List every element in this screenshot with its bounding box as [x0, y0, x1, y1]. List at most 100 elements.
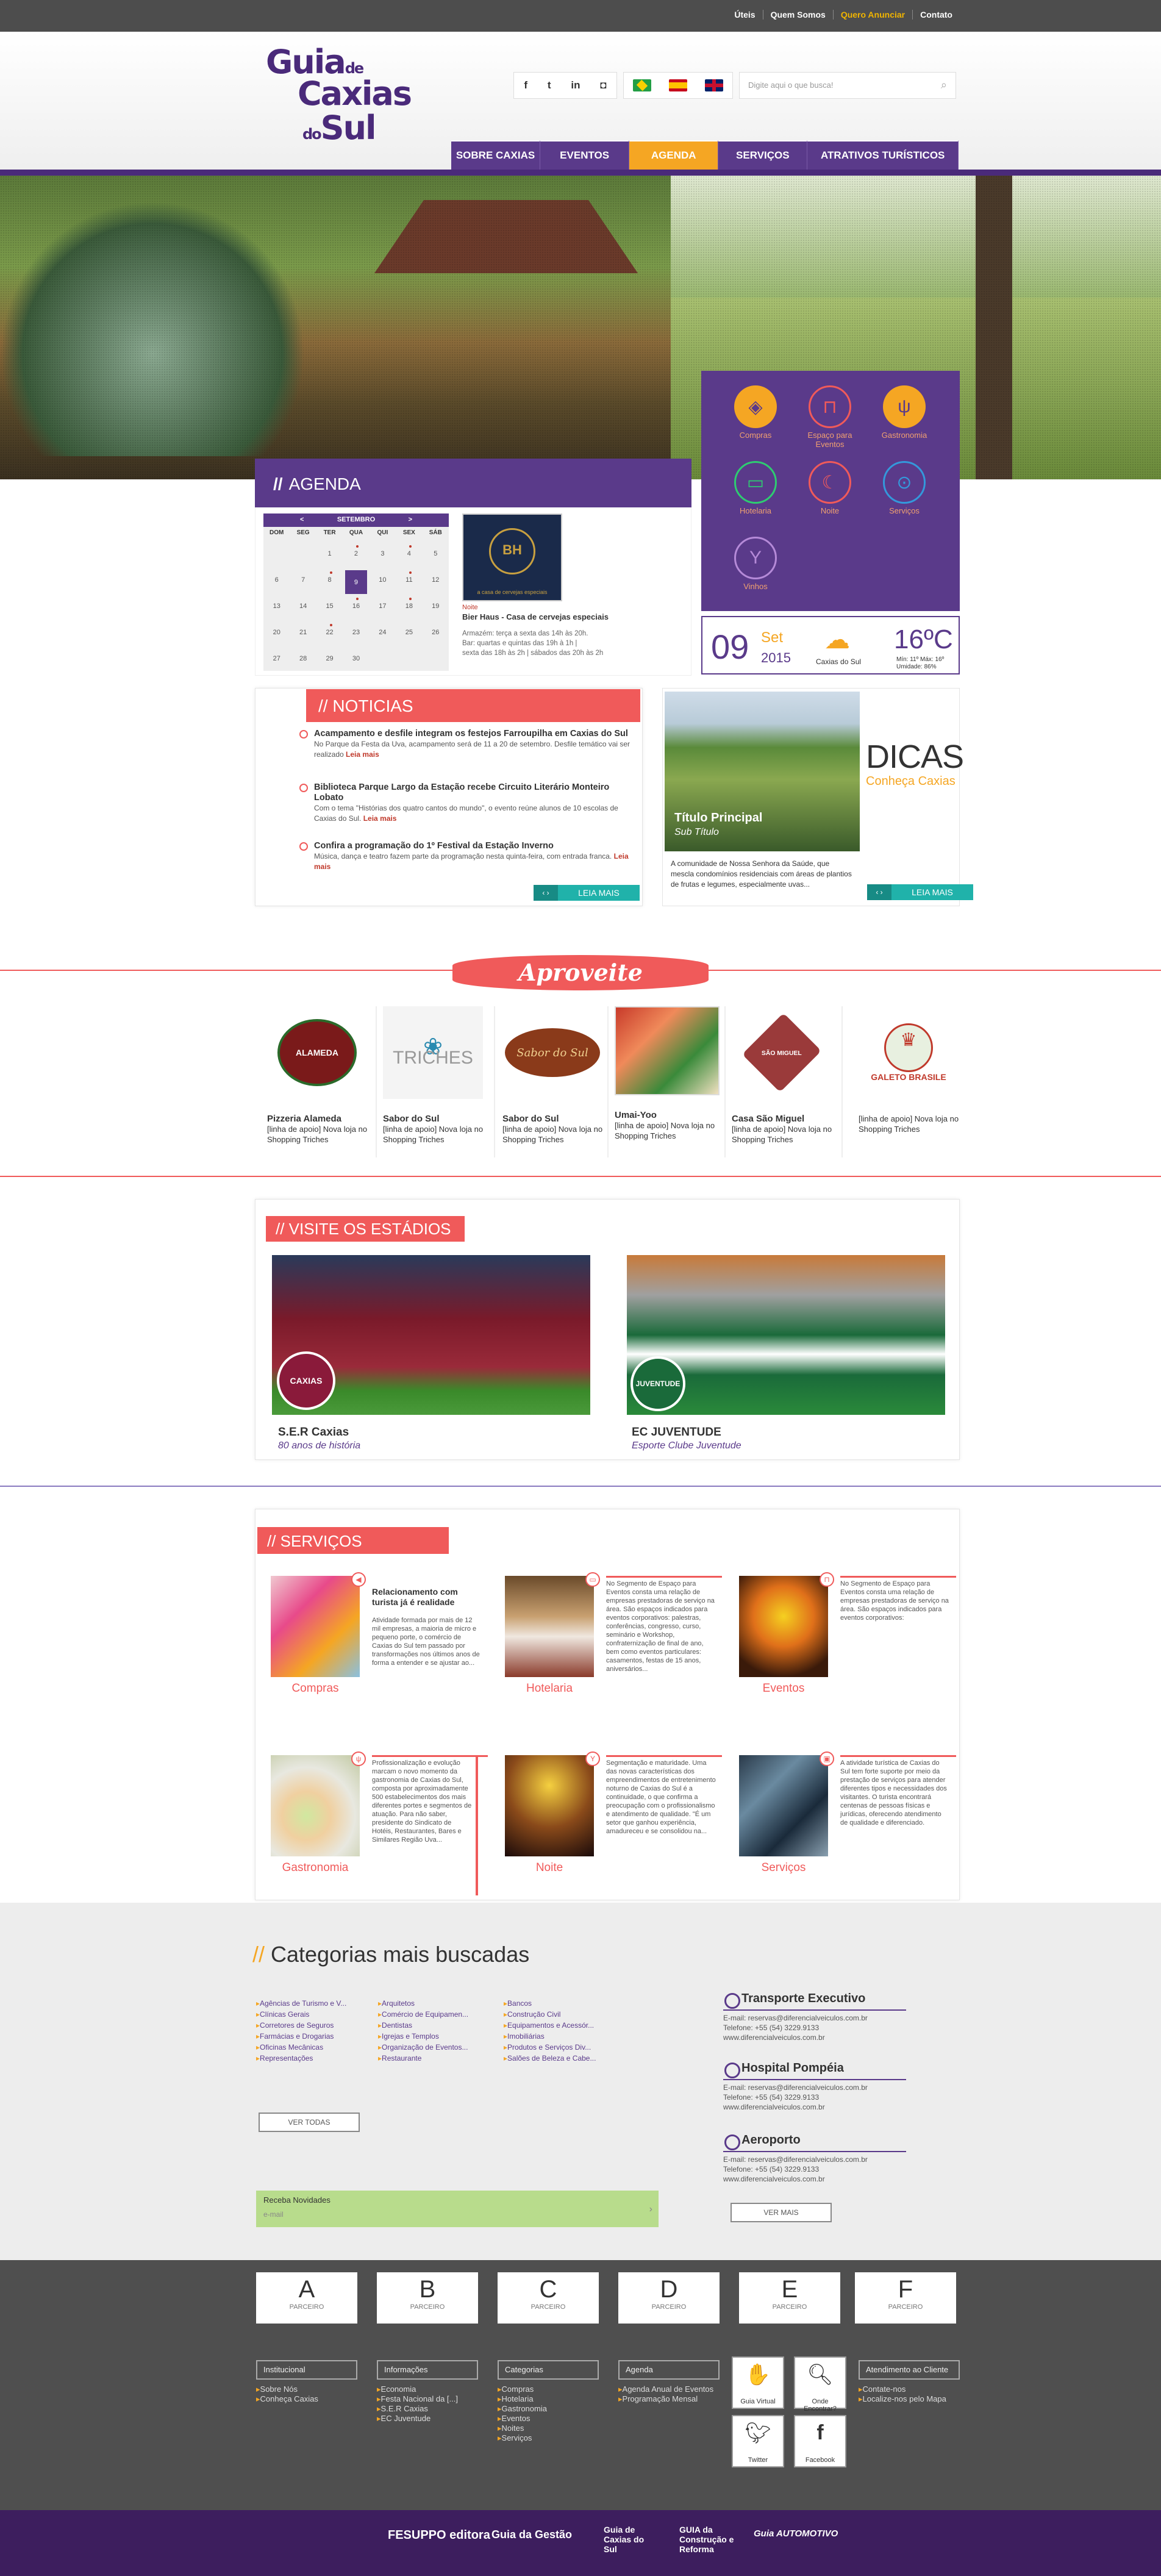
nav-eventos[interactable]: EVENTOS [540, 140, 630, 170]
category-link[interactable]: Produtos e Serviços Div... [504, 2042, 626, 2053]
highlight-transporte[interactable]: Transporte Executivo E-mail: reservas@di… [723, 1992, 906, 2042]
category-link[interactable]: Igrejas e Templos [378, 2031, 500, 2042]
category-link[interactable]: Imobiliárias [504, 2031, 626, 2042]
calendar-day[interactable]: 13 [263, 594, 290, 620]
service-servicos[interactable]: ▣ Serviços A atividade turística de Caxi… [729, 1751, 959, 1895]
category-link[interactable]: Oficinas Mecânicas [256, 2042, 378, 2053]
instagram-icon[interactable]: ◘ [600, 79, 606, 91]
search-icon[interactable]: ⌕ [941, 79, 947, 91]
partner-d[interactable]: D PARCEIRO [618, 2272, 720, 2324]
newsletter-email-input[interactable]: e-mail [263, 2210, 284, 2219]
category-link[interactable]: Corretores de Seguros [256, 2020, 378, 2031]
nav-sobre-caxias[interactable]: SOBRE CAXIAS [451, 140, 541, 170]
service-eventos[interactable]: ⊓ Eventos No Segmento de Espaço para Eve… [729, 1572, 959, 1716]
category-link[interactable]: Equipamentos e Acessór... [504, 2020, 626, 2031]
calendar-next-icon[interactable]: > [409, 516, 412, 523]
offer-item[interactable]: SÃO MIGUEL Casa São Miguel [linha de apoi… [732, 1006, 841, 1145]
guia-virtual-button[interactable]: ✋ Guia Virtual [732, 2356, 784, 2409]
tips-image[interactable]: Título Principal Sub Título [665, 692, 860, 851]
calendar-day[interactable]: 14 [290, 594, 316, 620]
calendar-day[interactable]: 4 [396, 542, 422, 568]
category-link[interactable]: Arquitetos [378, 1998, 500, 2009]
brand-guia-automotivo[interactable]: Guia AUTOMOTIVO [754, 2528, 838, 2539]
onde-encontrar-button[interactable]: 🔍︎ Onde Encontrar? [794, 2356, 846, 2413]
news-item[interactable]: Biblioteca Parque Largo da Estação receb… [299, 782, 631, 824]
calendar-day[interactable]: 21 [290, 620, 316, 646]
category-link[interactable]: Salões de Beleza e Cabe... [504, 2053, 626, 2064]
top-link-quero-anunciar[interactable]: Quero Anunciar [832, 10, 912, 20]
carousel-arrows-icon[interactable]: ‹ › [867, 884, 891, 900]
calendar-day[interactable]: 11 [396, 568, 422, 594]
footer-link[interactable]: Serviços [498, 2433, 599, 2443]
category-link[interactable]: Agências de Turismo e V... [256, 1998, 378, 2009]
category-hotelaria[interactable]: ▭ Hotelaria [722, 461, 789, 515]
category-link[interactable]: Representações [256, 2053, 378, 2064]
footer-link[interactable]: Agenda Anual de Eventos [618, 2385, 720, 2394]
category-gastronomia[interactable]: ψ Gastronomia [871, 385, 938, 440]
category-link[interactable]: Dentistas [378, 2020, 500, 2031]
news-read-more[interactable]: Leia mais [363, 814, 397, 823]
category-vinhos[interactable]: Y Vinhos [722, 537, 789, 591]
calendar-day[interactable]: 5 [423, 542, 449, 568]
category-link[interactable]: Farmácias e Drogarias [256, 2031, 378, 2042]
offer-item[interactable]: ❀ TRICHES Sabor do Sul [linha de apoio] No… [383, 1006, 493, 1145]
footer-link[interactable]: Sobre Nós [256, 2385, 357, 2394]
facebook-icon[interactable]: f [524, 79, 527, 91]
view-all-button[interactable]: VER TODAS [259, 2113, 360, 2132]
calendar-day[interactable]: 23 [343, 620, 369, 646]
uk-flag-icon[interactable] [705, 79, 724, 91]
calendar-day[interactable]: 26 [423, 620, 449, 646]
calendar-day[interactable]: 8 [316, 568, 343, 594]
calendar-day[interactable]: 7 [290, 568, 316, 594]
category-noite[interactable]: ☾ Noite [796, 461, 863, 515]
brand-fesuppo[interactable]: FESUPPO editora [388, 2528, 490, 2542]
calendar-day[interactable]: 17 [370, 594, 396, 620]
category-servicos[interactable]: ⊙ Serviços [871, 461, 938, 515]
footer-link[interactable]: Localize-nos pelo Mapa [859, 2394, 960, 2404]
tips-read-more-button[interactable]: ‹ › LEIA MAIS [867, 884, 973, 900]
category-link[interactable]: Comércio de Equipamen... [378, 2009, 500, 2020]
calendar-day[interactable]: 27 [263, 646, 290, 673]
offer-item[interactable]: Sabor do Sul Sabor do Sul [linha de apoio… [502, 1006, 612, 1145]
view-more-button[interactable]: VER MAIS [731, 2203, 832, 2222]
highlight-hospital[interactable]: Hospital Pompéia E-mail: reservas@difere… [723, 2061, 906, 2112]
partner-e[interactable]: E PARCEIRO [739, 2272, 840, 2324]
footer-link[interactable]: Compras [498, 2385, 599, 2394]
calendar-day[interactable]: 12 [423, 568, 449, 594]
category-link[interactable]: Construção Civil [504, 2009, 626, 2020]
calendar-day[interactable]: 2 [343, 542, 369, 568]
carousel-arrows-icon[interactable]: ‹ › [534, 885, 558, 901]
calendar-day[interactable]: 29 [316, 646, 343, 673]
category-link[interactable]: Restaurante [378, 2053, 500, 2064]
calendar-day[interactable]: 24 [370, 620, 396, 646]
brand-guia-construcao[interactable]: GUIA da Construção e Reforma [679, 2525, 746, 2554]
nav-agenda[interactable]: AGENDA [629, 140, 719, 170]
caxias-team-photo[interactable]: CAXIAS [272, 1255, 590, 1415]
footer-link[interactable]: Conheça Caxias [256, 2394, 357, 2404]
site-logo[interactable]: Guiade Caxias doSul [266, 43, 424, 152]
linkedin-icon[interactable]: in [571, 79, 580, 91]
partner-b[interactable]: B PARCEIRO [377, 2272, 478, 2324]
category-link[interactable]: Organização de Eventos... [378, 2042, 500, 2053]
calendar-prev-icon[interactable]: < [300, 516, 304, 523]
footer-link[interactable]: Festa Nacional da [...] [377, 2394, 478, 2404]
event-image[interactable]: BH a casa de cervejas especiais [462, 513, 562, 601]
footer-link[interactable]: Economia [377, 2385, 478, 2394]
calendar-day[interactable]: 28 [290, 646, 316, 673]
calendar-day[interactable]: 30 [343, 646, 369, 673]
stadium-name[interactable]: EC JUVENTUDE [632, 1426, 721, 1439]
calendar-day[interactable]: 25 [396, 620, 422, 646]
service-gastronomia[interactable]: ψ Gastronomia Profissionalização e evolu… [261, 1751, 490, 1895]
highlight-aeroporto[interactable]: Aeroporto E-mail: reservas@diferencialve… [723, 2133, 906, 2184]
calendar-day[interactable]: 19 [423, 594, 449, 620]
brand-guia-gestao[interactable]: Guia da Gestão [491, 2528, 572, 2541]
calendar-day[interactable]: 18 [396, 594, 422, 620]
twitter-button[interactable]: 🐦︎ Twitter [732, 2415, 784, 2467]
service-hotelaria[interactable]: ▭ Hotelaria No Segmento de Espaço para E… [495, 1572, 724, 1716]
footer-link[interactable]: Gastronomia [498, 2404, 599, 2414]
facebook-button[interactable]: f Facebook [794, 2415, 846, 2467]
calendar-day[interactable]: 3 [370, 542, 396, 568]
calendar-day[interactable]: 16 [343, 594, 369, 620]
calendar-day[interactable]: 10 [370, 568, 396, 594]
calendar-day[interactable]: 9 [345, 570, 367, 594]
